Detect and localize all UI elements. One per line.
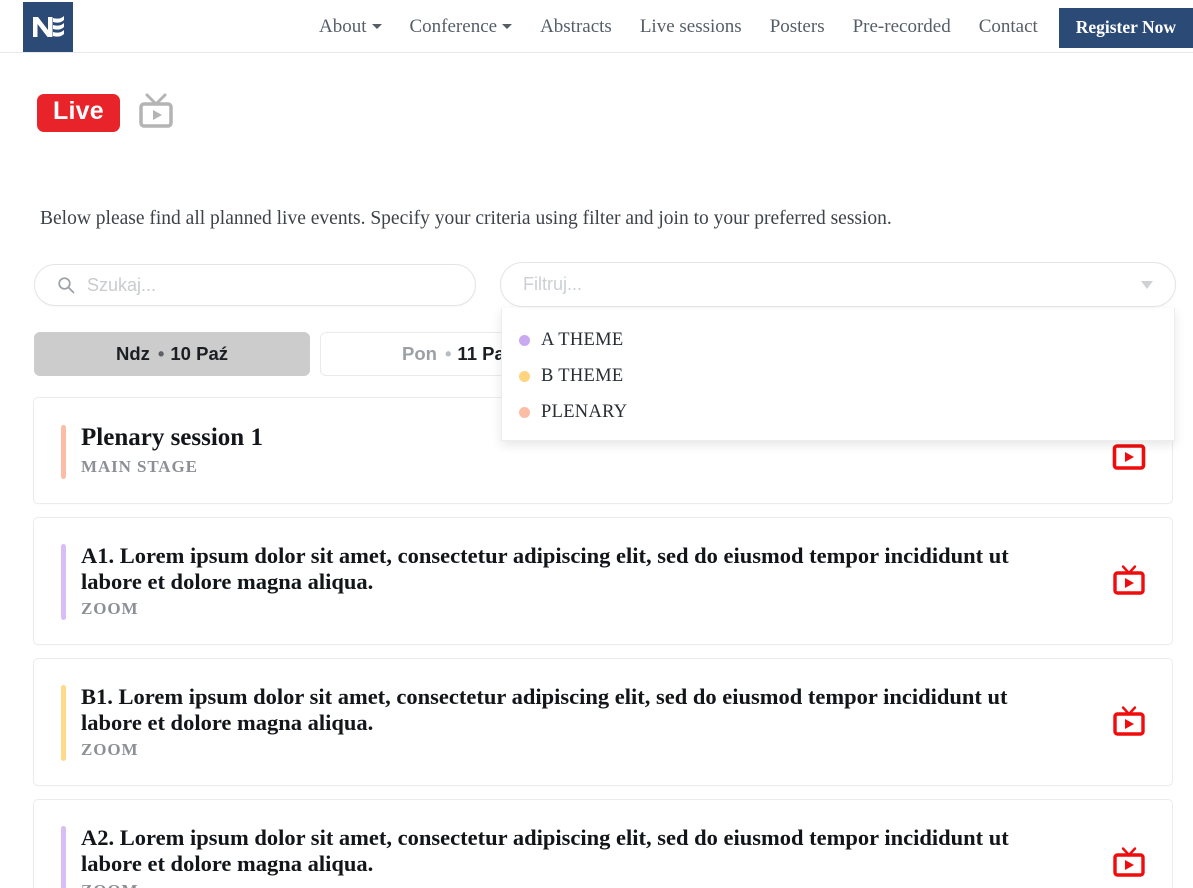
site-logo[interactable]: [23, 2, 73, 52]
color-dot-icon: [519, 371, 530, 382]
filter-option-label: B THEME: [541, 366, 623, 387]
tv-live-icon[interactable]: [1112, 846, 1146, 880]
day-tab-separator: •: [158, 343, 164, 365]
nav-item-live-sessions[interactable]: Live sessions: [626, 0, 756, 53]
nav-links: About Conference Abstracts Live sessions…: [305, 0, 1052, 53]
search-box[interactable]: [34, 264, 476, 306]
color-dot-icon: [519, 407, 530, 418]
nav-item-about-label: About: [319, 16, 367, 37]
session-location: MAIN STAGE: [81, 457, 1052, 477]
filter-option-plenary[interactable]: PLENARY: [502, 394, 1174, 430]
session-theme-color-bar: [61, 544, 66, 620]
session-card[interactable]: A1. Lorem ipsum dolor sit amet, consecte…: [33, 517, 1173, 645]
day-tab-date: 10 Paź: [170, 343, 228, 365]
nav-item-conference-label: Conference: [410, 16, 498, 37]
nav-item-pre-recorded[interactable]: Pre-recorded: [839, 0, 965, 53]
logo-mark-icon: [31, 12, 65, 42]
day-tab-separator: •: [445, 343, 451, 365]
session-location: ZOOM: [81, 599, 1052, 619]
register-now-button[interactable]: Register Now: [1059, 8, 1193, 48]
filter-dropdown-menu: A THEME B THEME PLENARY: [501, 308, 1175, 441]
session-card-list: Plenary session 1 MAIN STAGE A1. Lorem i…: [33, 397, 1173, 888]
tv-live-icon[interactable]: [1112, 564, 1146, 598]
session-theme-color-bar: [61, 685, 66, 761]
session-location: ZOOM: [81, 740, 1052, 760]
filter-option-label: PLENARY: [541, 402, 627, 423]
nav-item-contact[interactable]: Contact: [965, 0, 1052, 53]
day-tab-ndz-10-paz[interactable]: Ndz • 10 Paź: [34, 332, 310, 376]
tv-live-icon[interactable]: [1112, 705, 1146, 739]
chevron-down-icon: [372, 24, 382, 29]
session-theme-color-bar: [61, 425, 66, 479]
live-header: Live: [37, 93, 178, 133]
filter-placeholder: Filtruj...: [523, 274, 1141, 295]
session-location: ZOOM: [81, 881, 1052, 888]
search-icon: [57, 276, 75, 294]
chevron-down-icon[interactable]: [1141, 281, 1153, 289]
filter-option-a-theme[interactable]: A THEME: [502, 322, 1174, 358]
nav-item-abstracts[interactable]: Abstracts: [526, 0, 626, 53]
day-tab-dow: Pon: [402, 343, 437, 365]
session-card-body: A1. Lorem ipsum dolor sit amet, consecte…: [34, 543, 1172, 618]
session-theme-color-bar: [61, 826, 66, 888]
filter-option-label: A THEME: [541, 330, 623, 351]
nav-item-conference[interactable]: Conference: [396, 0, 527, 53]
color-dot-icon: [519, 335, 530, 346]
session-card-body: A2. Lorem ipsum dolor sit amet, consecte…: [34, 825, 1172, 888]
session-title: A2. Lorem ipsum dolor sit amet, consecte…: [81, 825, 1052, 875]
session-title: A1. Lorem ipsum dolor sit amet, consecte…: [81, 543, 1052, 593]
search-input[interactable]: [87, 265, 475, 305]
session-title: B1. Lorem ipsum dolor sit amet, consecte…: [81, 684, 1052, 734]
top-navigation-bar: About Conference Abstracts Live sessions…: [0, 0, 1193, 53]
day-tab-dow: Ndz: [116, 343, 150, 365]
nav-item-posters[interactable]: Posters: [756, 0, 839, 53]
session-card[interactable]: A2. Lorem ipsum dolor sit amet, consecte…: [33, 799, 1173, 888]
live-badge: Live: [37, 94, 120, 132]
filter-select[interactable]: Filtruj...: [500, 262, 1176, 307]
chevron-down-icon: [502, 24, 512, 29]
page-description: Below please find all planned live event…: [40, 208, 892, 230]
tv-play-icon: [134, 93, 178, 133]
session-card-body: B1. Lorem ipsum dolor sit amet, consecte…: [34, 684, 1172, 759]
filter-option-b-theme[interactable]: B THEME: [502, 358, 1174, 394]
play-video-icon[interactable]: [1112, 443, 1146, 470]
session-card[interactable]: B1. Lorem ipsum dolor sit amet, consecte…: [33, 658, 1173, 786]
nav-item-about[interactable]: About: [305, 0, 396, 53]
